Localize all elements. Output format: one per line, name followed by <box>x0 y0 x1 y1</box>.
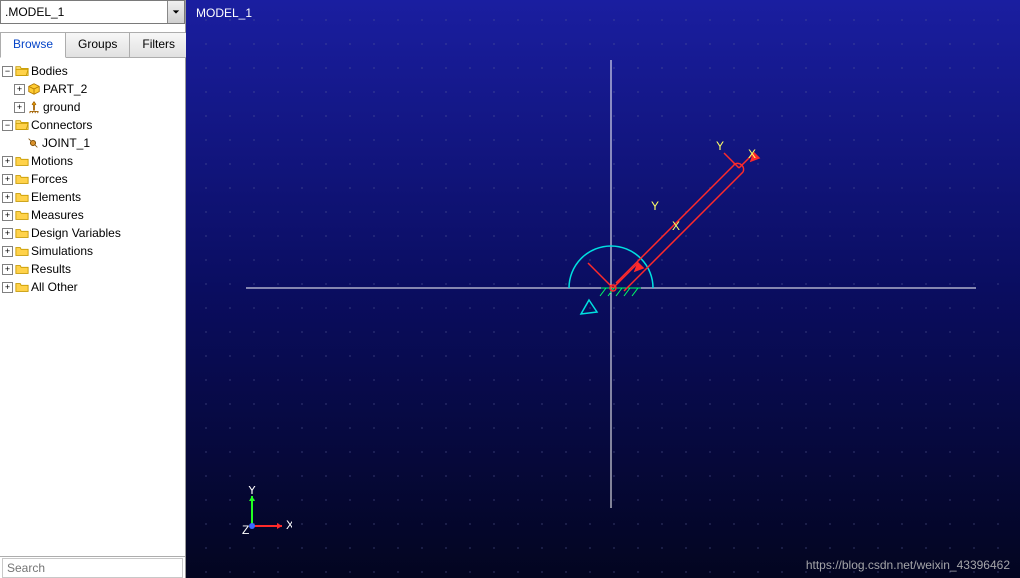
tab-groups[interactable]: Groups <box>66 33 130 58</box>
tree-expander[interactable]: − <box>2 66 13 77</box>
tree-expander[interactable]: + <box>14 102 25 113</box>
folder-open-icon <box>15 64 29 78</box>
tree-expander[interactable]: + <box>2 210 13 221</box>
tree-label: Simulations <box>31 244 93 258</box>
tree-expander[interactable]: + <box>14 84 25 95</box>
tree-node-ground[interactable]: + ground <box>2 98 185 116</box>
tree-expander[interactable]: + <box>2 246 13 257</box>
app-root: Browse Groups Filters − Bodies + PART_2 <box>0 0 1020 578</box>
tree-label: Elements <box>31 190 81 204</box>
tree-expander[interactable]: + <box>2 282 13 293</box>
tree-node-all-other[interactable]: + All Other <box>2 278 185 296</box>
triad-y-label: Y <box>248 486 256 497</box>
joint-icon <box>26 136 40 150</box>
tree-node-measures[interactable]: + Measures <box>2 206 185 224</box>
tree-label: Measures <box>31 208 84 222</box>
viewport-3d[interactable]: MODEL_1 <box>186 0 1020 578</box>
tree-node-bodies[interactable]: − Bodies <box>2 62 185 80</box>
sidebar: Browse Groups Filters − Bodies + PART_2 <box>0 0 186 578</box>
tree-label: PART_2 <box>43 82 87 96</box>
folder-closed-icon <box>15 226 29 240</box>
tree-node-design-variables[interactable]: + Design Variables <box>2 224 185 242</box>
model-select[interactable] <box>0 0 185 24</box>
folder-closed-icon <box>15 244 29 258</box>
triad-z-label: Z <box>242 523 249 536</box>
tab-filters[interactable]: Filters <box>130 33 188 58</box>
tree-expander[interactable]: − <box>2 120 13 131</box>
watermark: https://blog.csdn.net/weixin_43396462 <box>806 558 1010 572</box>
tree-node-joint1[interactable]: JOINT_1 <box>2 134 185 152</box>
tree-label: JOINT_1 <box>42 136 90 150</box>
svg-text:X: X <box>748 147 756 161</box>
tree-label: All Other <box>31 280 78 294</box>
tree-label: Design Variables <box>31 226 121 240</box>
folder-closed-icon <box>15 280 29 294</box>
svg-text:X: X <box>672 219 680 233</box>
scene-overlay: Y X Y X <box>186 0 1020 578</box>
svg-text:Y: Y <box>651 199 659 213</box>
chevron-down-icon <box>172 8 180 16</box>
tree-label: Results <box>31 262 71 276</box>
folder-open-icon <box>15 118 29 132</box>
ground-icon <box>27 100 41 114</box>
search-input[interactable] <box>2 558 183 578</box>
tree-label: Motions <box>31 154 73 168</box>
triad-x-label: X <box>286 518 292 532</box>
tree-node-simulations[interactable]: + Simulations <box>2 242 185 260</box>
tree-expander[interactable]: + <box>2 192 13 203</box>
tree-node-forces[interactable]: + Forces <box>2 170 185 188</box>
folder-closed-icon <box>15 208 29 222</box>
tree-label: Forces <box>31 172 68 186</box>
folder-closed-icon <box>15 154 29 168</box>
tree-expander[interactable]: + <box>2 228 13 239</box>
view-triad: X Y Z <box>242 486 292 536</box>
search-row <box>0 556 185 578</box>
tree-expander[interactable]: + <box>2 174 13 185</box>
part-icon <box>27 82 41 96</box>
model-tree[interactable]: − Bodies + PART_2 + ground <box>0 58 185 556</box>
tree-node-elements[interactable]: + Elements <box>2 188 185 206</box>
tree-label: ground <box>43 100 80 114</box>
folder-closed-icon <box>15 190 29 204</box>
tree-node-part2[interactable]: + PART_2 <box>2 80 185 98</box>
tab-browse[interactable]: Browse <box>0 33 66 58</box>
svg-text:Y: Y <box>716 139 724 153</box>
folder-closed-icon <box>15 172 29 186</box>
tree-node-connectors[interactable]: − Connectors <box>2 116 185 134</box>
model-select-dropdown-button[interactable] <box>167 1 184 23</box>
model-select-input[interactable] <box>1 5 167 19</box>
tree-label: Bodies <box>31 64 68 78</box>
tree-node-results[interactable]: + Results <box>2 260 185 278</box>
tree-label: Connectors <box>31 118 92 132</box>
sidebar-tabs: Browse Groups Filters <box>0 32 185 58</box>
tree-expander[interactable]: + <box>2 156 13 167</box>
folder-closed-icon <box>15 262 29 276</box>
tree-node-motions[interactable]: + Motions <box>2 152 185 170</box>
tree-expander[interactable]: + <box>2 264 13 275</box>
